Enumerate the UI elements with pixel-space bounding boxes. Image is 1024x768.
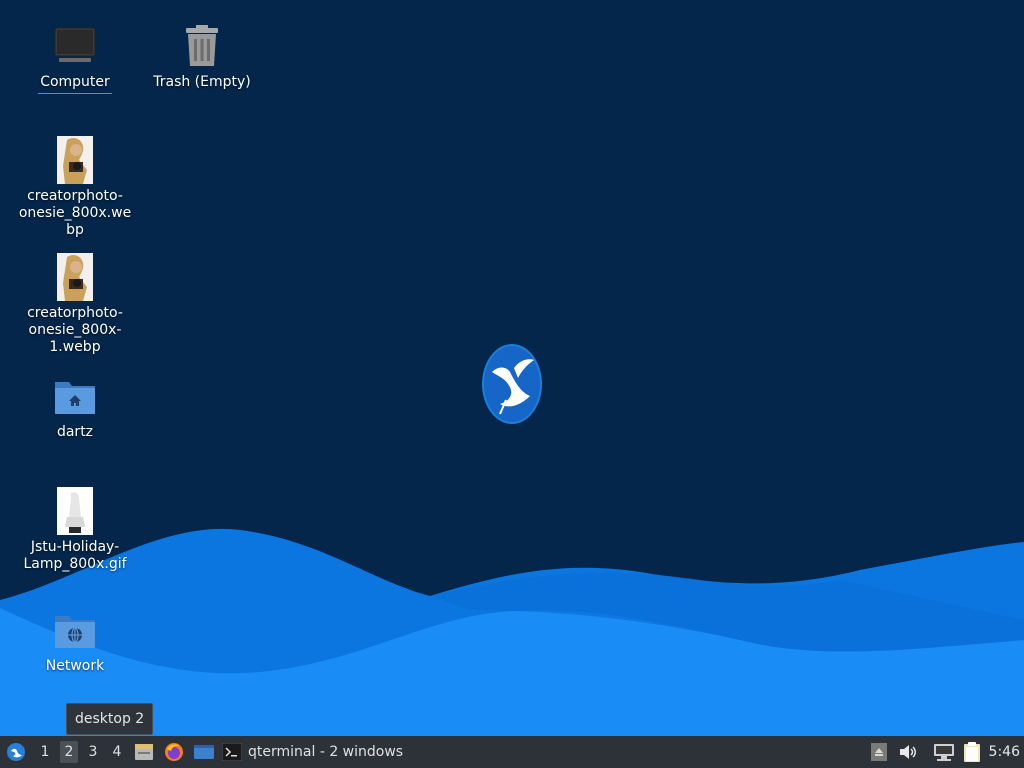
show-desktop-icon <box>194 745 214 759</box>
image-thumbnail <box>51 487 99 535</box>
lubuntu-bird-logo <box>482 344 542 424</box>
desktop-icon-label: Trash (Empty) <box>153 74 251 90</box>
workspace-2[interactable]: 2 <box>60 741 78 763</box>
clipboard-tray-button[interactable] <box>960 736 984 768</box>
main-menu-button[interactable] <box>4 736 28 768</box>
volume-icon <box>900 745 916 759</box>
monitor-icon <box>51 22 99 70</box>
network-folder-icon <box>51 606 99 654</box>
desktop-icon-label: dartz <box>56 424 94 440</box>
file-manager-icon <box>135 744 153 760</box>
workspace-1[interactable]: 1 <box>36 741 54 763</box>
desktop[interactable]: Computer Trash (Empty) creatorphoto-ones… <box>0 0 1024 736</box>
taskbar: 1 2 3 4 qterminal - 2 windows 5:46 <box>0 736 1024 768</box>
image-thumbnail <box>51 136 99 184</box>
desktop-icon-computer[interactable]: Computer <box>15 22 135 94</box>
desktop-icon-home-folder[interactable]: dartz <box>15 372 135 441</box>
workspace-3[interactable]: 3 <box>84 741 102 763</box>
terminal-icon <box>222 743 242 761</box>
desktop-icon-label: creatorphoto-onesie_800x-1.webp <box>27 305 123 355</box>
desktop-icon-network[interactable]: Network <box>15 606 135 675</box>
workspace-4[interactable]: 4 <box>108 741 126 763</box>
desktop-icon-label: creatorphoto-onesie_800x.webp <box>18 188 132 238</box>
desktop-icon-label: Jstu-Holiday-Lamp_800x.gif <box>23 539 127 572</box>
desktop-icon-file[interactable]: creatorphoto-onesie_800x.webp <box>15 136 135 239</box>
eject-icon <box>871 743 887 761</box>
desktop-icon-file[interactable]: creatorphoto-onesie_800x-1.webp <box>15 253 135 356</box>
lubuntu-menu-icon <box>7 743 25 761</box>
task-qterminal[interactable]: qterminal - 2 windows <box>222 738 412 766</box>
workspace-tooltip: desktop 2 <box>66 703 154 735</box>
desktop-icon-label: Network <box>45 658 105 674</box>
desktop-icon-label: Computer <box>38 74 112 94</box>
file-manager-launcher[interactable] <box>132 736 156 768</box>
network-tray-button[interactable] <box>930 736 958 768</box>
trash-icon <box>178 22 226 70</box>
desktop-icon-file[interactable]: Jstu-Holiday-Lamp_800x.gif <box>15 487 135 573</box>
eject-tray-button[interactable] <box>870 736 888 768</box>
volume-tray-button[interactable] <box>896 736 920 768</box>
image-thumbnail <box>51 253 99 301</box>
clipboard-icon <box>964 742 980 762</box>
desktop-icon-trash[interactable]: Trash (Empty) <box>142 22 262 91</box>
firefox-icon <box>165 743 183 761</box>
wallpaper <box>0 344 1024 736</box>
clock[interactable]: 5:46 <box>989 736 1020 768</box>
firefox-launcher[interactable] <box>162 736 186 768</box>
home-folder-icon <box>51 372 99 420</box>
show-desktop-button[interactable] <box>192 736 216 768</box>
task-label: qterminal - 2 windows <box>248 744 404 760</box>
network-icon <box>934 744 954 761</box>
